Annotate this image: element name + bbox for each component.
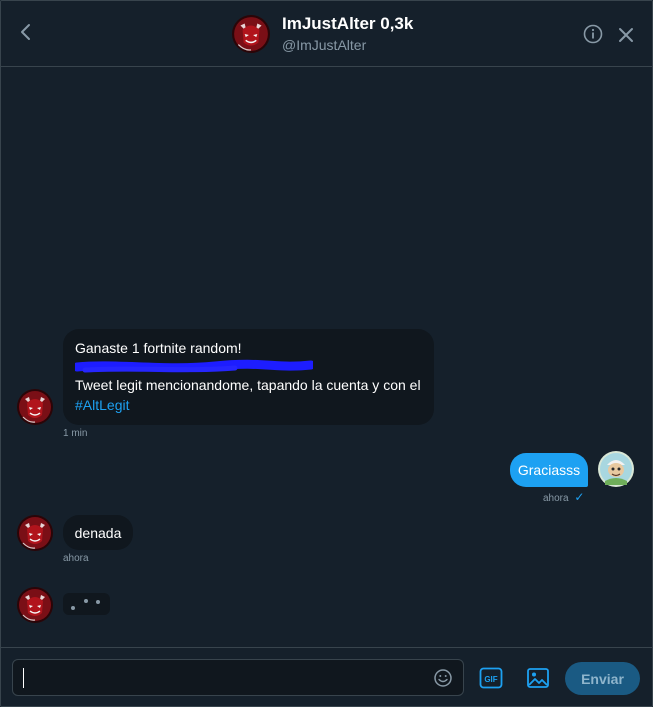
- info-icon[interactable]: [582, 23, 604, 45]
- timestamp-text: ahora: [543, 493, 569, 504]
- message-text: Tweet legit mencionandome, tapando la cu…: [75, 377, 421, 393]
- avatar[interactable]: [17, 389, 53, 425]
- close-icon[interactable]: [616, 25, 636, 45]
- avatar[interactable]: [598, 451, 634, 487]
- avatar[interactable]: [17, 587, 53, 623]
- avatar[interactable]: [232, 15, 270, 53]
- dm-window: ImJustAlter 0,3k @ImJustAlter Ganaste 1 …: [0, 0, 653, 707]
- message-bubble[interactable]: Graciasss: [510, 453, 588, 487]
- message-thread[interactable]: Ganaste 1 fortnite random! Tweet legit m…: [1, 67, 652, 646]
- message-timestamp: ahora ✓: [543, 490, 584, 504]
- message-input[interactable]: [12, 659, 464, 696]
- message-text: Graciasss: [517, 462, 581, 478]
- typing-indicator: [63, 593, 110, 615]
- contact-name[interactable]: ImJustAlter 0,3k: [282, 14, 413, 34]
- hashtag-link[interactable]: #AltLegit: [75, 395, 422, 415]
- redacted-scribble: [75, 359, 313, 373]
- send-button[interactable]: Enviar: [565, 662, 640, 695]
- message-timestamp: 1 min: [63, 428, 88, 439]
- message-bubble[interactable]: denada: [63, 515, 133, 550]
- text-caret: [23, 668, 24, 688]
- composer-bar: GIF Enviar: [1, 647, 652, 706]
- gif-icon[interactable]: GIF: [479, 667, 503, 689]
- avatar[interactable]: [17, 515, 53, 551]
- read-receipt-icon: ✓: [574, 490, 585, 504]
- contact-handle[interactable]: @ImJustAlter: [282, 37, 366, 53]
- conversation-header: ImJustAlter 0,3k @ImJustAlter: [1, 1, 652, 67]
- image-icon[interactable]: [526, 667, 550, 689]
- emoji-icon[interactable]: [433, 668, 453, 688]
- message-text: Ganaste 1 fortnite random!: [75, 340, 242, 356]
- message-text: denada: [74, 524, 122, 541]
- message-bubble[interactable]: Ganaste 1 fortnite random! Tweet legit m…: [63, 329, 434, 425]
- chevron-left-icon[interactable]: [15, 21, 37, 43]
- message-timestamp: ahora: [63, 553, 89, 564]
- gif-label: GIF: [484, 675, 497, 684]
